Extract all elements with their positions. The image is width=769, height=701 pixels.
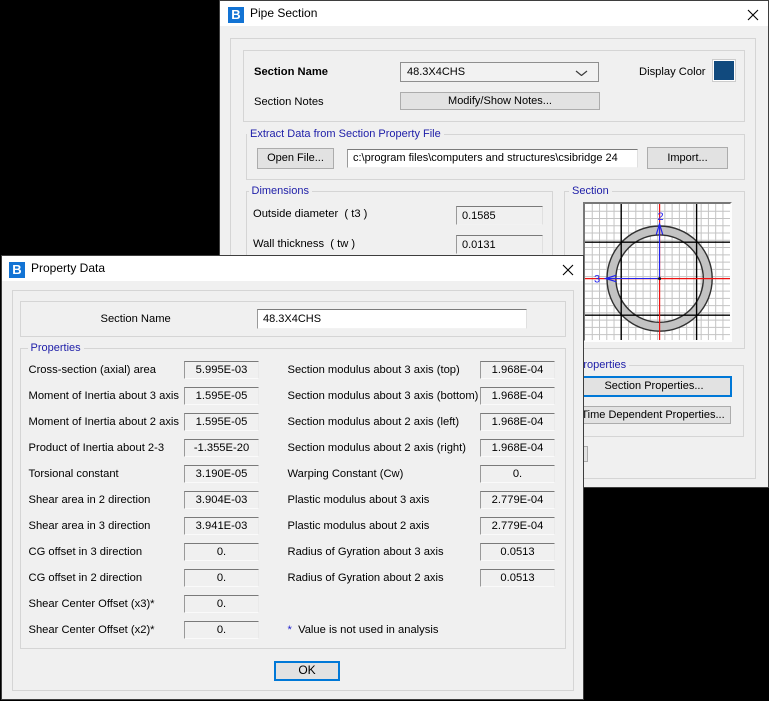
svg-text:2: 2 — [657, 211, 663, 223]
svg-text:3: 3 — [594, 273, 600, 285]
